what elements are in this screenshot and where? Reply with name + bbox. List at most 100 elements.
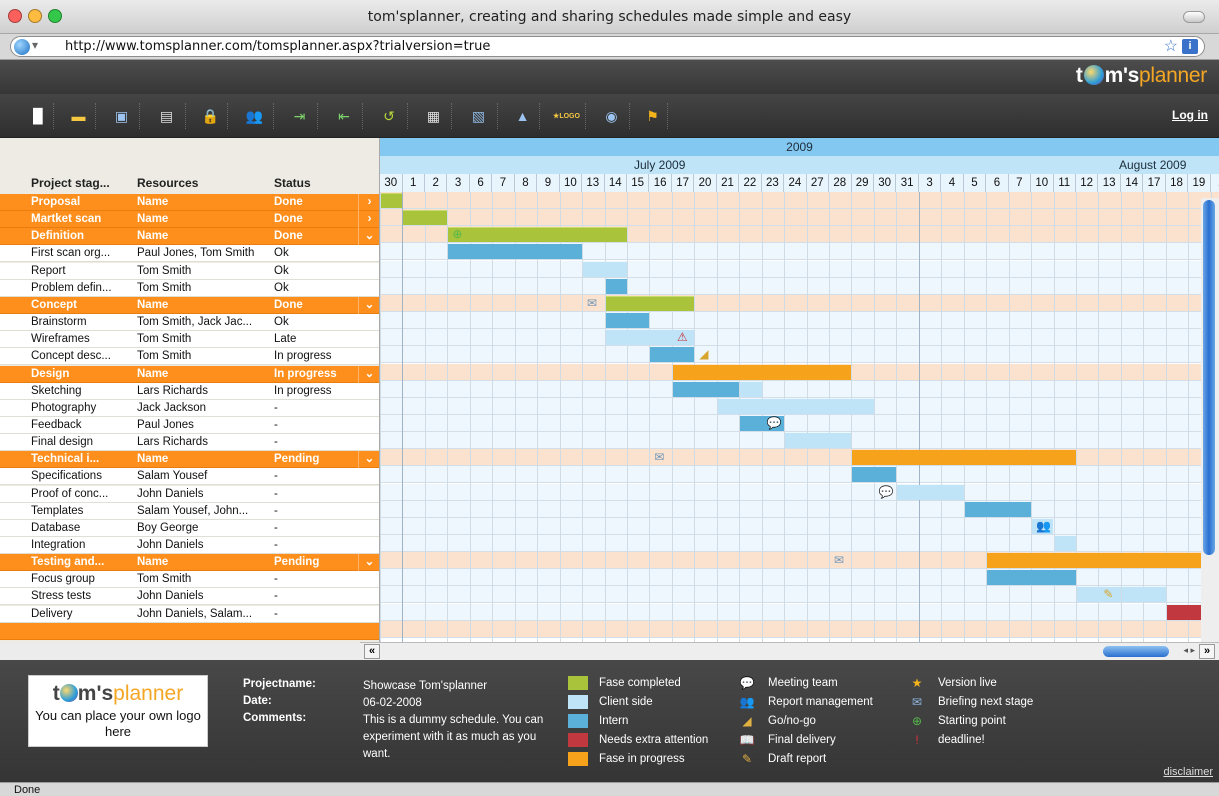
new-document-button[interactable]: ▉ bbox=[24, 103, 54, 129]
gantt-bar[interactable] bbox=[381, 193, 403, 208]
gantt-bar[interactable] bbox=[448, 244, 583, 260]
gantt-bar[interactable] bbox=[605, 295, 695, 311]
meeting-icon[interactable]: 💬 bbox=[767, 416, 782, 430]
deadline-icon[interactable]: ⚠ bbox=[677, 330, 688, 344]
task-row[interactable]: Report Tom Smith Ok bbox=[0, 262, 379, 280]
import-button[interactable]: ⇥ bbox=[282, 103, 318, 129]
info-icon[interactable]: i bbox=[1182, 39, 1198, 54]
collapse-arrow-icon[interactable]: ⌄ bbox=[358, 451, 379, 469]
report-management-icon[interactable]: 👥 bbox=[1036, 519, 1051, 533]
column-header-stage[interactable]: Project stag... bbox=[31, 176, 110, 190]
disclaimer-link[interactable]: disclaimer bbox=[1163, 766, 1213, 778]
collapse-arrow-icon[interactable]: ⌄ bbox=[358, 228, 379, 246]
starting-point-icon[interactable]: ⊕ bbox=[452, 227, 462, 241]
task-row[interactable]: Problem defin... Tom Smith Ok bbox=[0, 279, 379, 297]
gantt-bar[interactable] bbox=[650, 347, 695, 363]
stage-row[interactable]: Testing and... Name Pending ⌄ bbox=[0, 554, 379, 572]
task-row[interactable]: Integration John Daniels - bbox=[0, 537, 379, 554]
task-row[interactable]: Database Boy George - bbox=[0, 519, 379, 537]
briefing-icon[interactable]: ✉ bbox=[834, 553, 844, 567]
collapse-arrow-icon[interactable]: ⌄ bbox=[358, 365, 379, 383]
gantt-bar[interactable] bbox=[897, 484, 964, 500]
login-link[interactable]: Log in bbox=[1172, 108, 1208, 122]
export-button[interactable]: ⇤ bbox=[326, 103, 363, 129]
draft-report-icon[interactable]: ✎ bbox=[1103, 587, 1113, 601]
gantt-bar[interactable] bbox=[672, 381, 740, 397]
task-row[interactable]: Concept desc... Tom Smith In progress bbox=[0, 348, 379, 366]
gantt-bar[interactable] bbox=[605, 278, 627, 294]
task-row[interactable]: Delivery John Daniels, Salam... - bbox=[0, 605, 379, 623]
stage-row[interactable] bbox=[0, 622, 379, 640]
task-row[interactable]: Stress tests John Daniels - bbox=[0, 588, 379, 606]
help-button[interactable]: ◉ bbox=[594, 103, 630, 129]
gantt-bar[interactable] bbox=[852, 450, 1076, 466]
stage-row[interactable]: Definition Name Done ⌄ bbox=[0, 228, 379, 246]
warning-button[interactable]: ▲ bbox=[506, 103, 540, 129]
undo-button[interactable]: ↺ bbox=[371, 103, 408, 129]
horizontal-scrollbar[interactable]: « ◂ ▸ » bbox=[360, 642, 1219, 660]
edit-chart-button[interactable]: ▧ bbox=[460, 103, 498, 129]
expand-arrow-icon[interactable]: › bbox=[358, 211, 379, 229]
stage-row[interactable]: Martket scan Name Done › bbox=[0, 211, 379, 229]
gantt-bar[interactable] bbox=[740, 381, 762, 397]
url-text[interactable]: http://www.tomsplanner.com/tomsplanner.a… bbox=[65, 39, 490, 54]
meeting-icon[interactable]: 💬 bbox=[879, 485, 894, 499]
gantt-bar[interactable] bbox=[583, 261, 627, 277]
gantt-bar[interactable] bbox=[717, 398, 874, 414]
gantt-bar[interactable] bbox=[1121, 587, 1166, 603]
print-button[interactable]: ▤ bbox=[148, 103, 186, 129]
gantt-bar[interactable] bbox=[987, 570, 1076, 586]
stage-row[interactable]: Design Name In progress ⌄ bbox=[0, 365, 379, 383]
stage-row[interactable]: Technical i... Name Pending ⌄ bbox=[0, 451, 379, 469]
collapse-arrow-icon[interactable]: ⌄ bbox=[358, 296, 379, 314]
gantt-bar[interactable] bbox=[448, 227, 627, 243]
task-row[interactable]: Proof of conc... John Daniels - bbox=[0, 485, 379, 503]
briefing-icon[interactable]: ✉ bbox=[654, 450, 664, 464]
scroll-right-button[interactable]: » bbox=[1199, 644, 1215, 659]
gonogo-icon[interactable]: ◢ bbox=[699, 347, 708, 361]
column-header-status[interactable]: Status bbox=[274, 176, 311, 190]
save-button[interactable]: ▣ bbox=[104, 103, 140, 129]
gantt-bar[interactable] bbox=[852, 467, 897, 483]
horizontal-scroll-thumb[interactable] bbox=[1103, 646, 1169, 657]
task-row[interactable]: First scan org... Paul Jones, Tom Smith Ok bbox=[0, 245, 379, 263]
gantt-bar[interactable] bbox=[964, 501, 1032, 517]
expand-arrow-icon[interactable]: › bbox=[358, 194, 379, 211]
task-row[interactable]: Specifications Salam Yousef - bbox=[0, 468, 379, 486]
window-title: tom'splanner, creating and sharing sched… bbox=[367, 9, 852, 25]
scroll-arrows-icon[interactable]: ◂ ▸ bbox=[1183, 645, 1195, 656]
scroll-left-button[interactable]: « bbox=[364, 644, 380, 659]
task-row[interactable]: Photography Jack Jackson - bbox=[0, 399, 379, 417]
task-row[interactable]: Final design Lars Richards - bbox=[0, 434, 379, 452]
share-users-button[interactable]: 👥 bbox=[236, 103, 274, 129]
lock-button[interactable]: 🔒 bbox=[194, 103, 228, 129]
task-row[interactable]: Sketching Lars Richards In progress bbox=[0, 382, 379, 400]
bookmark-star-icon[interactable]: ☆ bbox=[1164, 36, 1178, 56]
gantt-bar[interactable] bbox=[672, 364, 852, 380]
gantt-bar[interactable] bbox=[1054, 536, 1076, 551]
view-button[interactable]: ▦ bbox=[416, 103, 452, 129]
task-row[interactable]: Feedback Paul Jones - bbox=[0, 416, 379, 434]
task-row[interactable]: Wireframes Tom Smith Late bbox=[0, 331, 379, 349]
collapse-arrow-icon[interactable]: ⌄ bbox=[358, 554, 379, 572]
briefing-icon[interactable]: ✉ bbox=[587, 296, 597, 310]
gantt-bar[interactable] bbox=[403, 210, 448, 226]
column-header-resources[interactable]: Resources bbox=[137, 176, 198, 190]
gantt-bar[interactable] bbox=[785, 433, 852, 449]
gantt-bar[interactable] bbox=[1076, 587, 1121, 603]
stage-row[interactable]: Proposal Name Done › bbox=[0, 194, 379, 211]
task-row[interactable]: Templates Salam Yousef, John... - bbox=[0, 502, 379, 520]
vertical-scroll-thumb[interactable] bbox=[1203, 200, 1215, 555]
task-row[interactable]: Focus group Tom Smith - bbox=[0, 571, 379, 589]
gantt-bar[interactable] bbox=[605, 313, 650, 329]
url-field[interactable]: ▾ http://www.tomsplanner.com/tomsplanner… bbox=[10, 36, 1205, 57]
stage-row[interactable]: Concept Name Done ⌄ bbox=[0, 296, 379, 314]
grid-line bbox=[514, 192, 516, 642]
open-folder-button[interactable]: ▬ bbox=[62, 103, 96, 129]
flag-button[interactable]: ⚑ bbox=[638, 103, 668, 129]
vertical-scrollbar[interactable] bbox=[1201, 198, 1219, 642]
task-row[interactable]: Brainstorm Tom Smith, Jack Jac... Ok bbox=[0, 314, 379, 332]
logo-button[interactable]: ★LOGO bbox=[548, 103, 586, 129]
toolbar-toggle-button[interactable] bbox=[1183, 11, 1205, 23]
gantt-bar[interactable] bbox=[987, 553, 1211, 569]
